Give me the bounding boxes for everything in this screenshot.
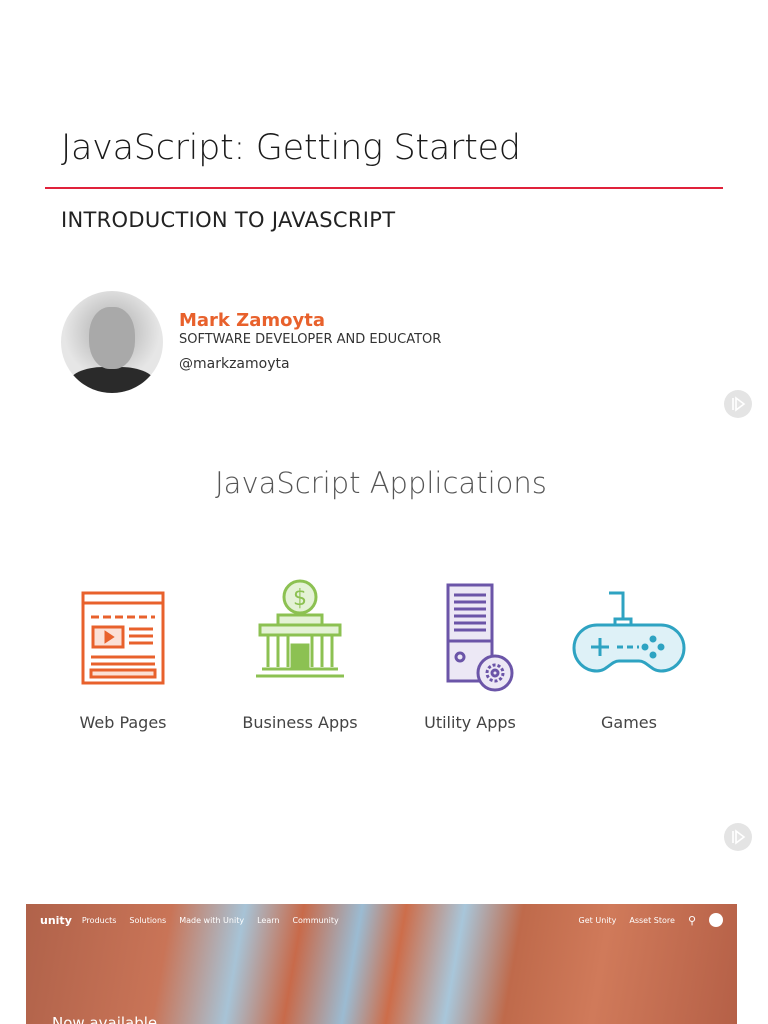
nav-solutions[interactable]: Solutions: [129, 916, 166, 925]
play-slide-button[interactable]: [724, 823, 752, 851]
play-slide-button[interactable]: [724, 390, 752, 418]
app-label: Games: [601, 713, 657, 732]
unity-website-screenshot: unity Products Solutions Made with Unity…: [26, 904, 737, 1024]
gamepad-icon: [572, 591, 686, 673]
play-icon: [732, 396, 746, 412]
app-web-pages: Web Pages: [43, 575, 203, 732]
bank-icon: $: [256, 579, 344, 678]
nav-made-with-unity[interactable]: Made with Unity: [179, 916, 244, 925]
unity-nav: unity Products Solutions Made with Unity…: [26, 904, 737, 936]
banner-headline: Now available: [52, 1014, 158, 1024]
svg-text:$: $: [293, 586, 307, 611]
title-divider: [45, 187, 723, 189]
slide-title: JavaScript Applications: [215, 466, 547, 500]
nav-community[interactable]: Community: [292, 916, 338, 925]
nav-products[interactable]: Products: [82, 916, 117, 925]
nav-get-unity[interactable]: Get Unity: [579, 916, 617, 925]
play-icon: [732, 829, 746, 845]
app-label: Web Pages: [79, 713, 167, 732]
user-icon[interactable]: [709, 913, 723, 927]
search-icon[interactable]: ⚲: [688, 914, 696, 927]
nav-asset-store[interactable]: Asset Store: [629, 916, 675, 925]
author-avatar: [61, 291, 163, 393]
app-utility-apps: Utility Apps: [390, 575, 550, 732]
course-title: JavaScript: Getting Started: [61, 128, 521, 168]
module-title: INTRODUCTION TO JAVASCRIPT: [61, 208, 396, 232]
author-handle: @markzamoyta: [179, 356, 290, 372]
author-name: Mark Zamoyta: [179, 310, 325, 331]
nav-learn[interactable]: Learn: [257, 916, 279, 925]
app-label: Business Apps: [242, 713, 358, 732]
unity-logo[interactable]: unity: [40, 914, 72, 927]
server-gear-icon: [446, 583, 514, 692]
web-page-icon: [81, 591, 165, 685]
app-label: Utility Apps: [424, 713, 516, 732]
app-business-apps: $ Business Apps: [220, 575, 380, 732]
app-games: Games: [549, 575, 709, 732]
author-role: SOFTWARE DEVELOPER AND EDUCATOR: [179, 332, 442, 347]
